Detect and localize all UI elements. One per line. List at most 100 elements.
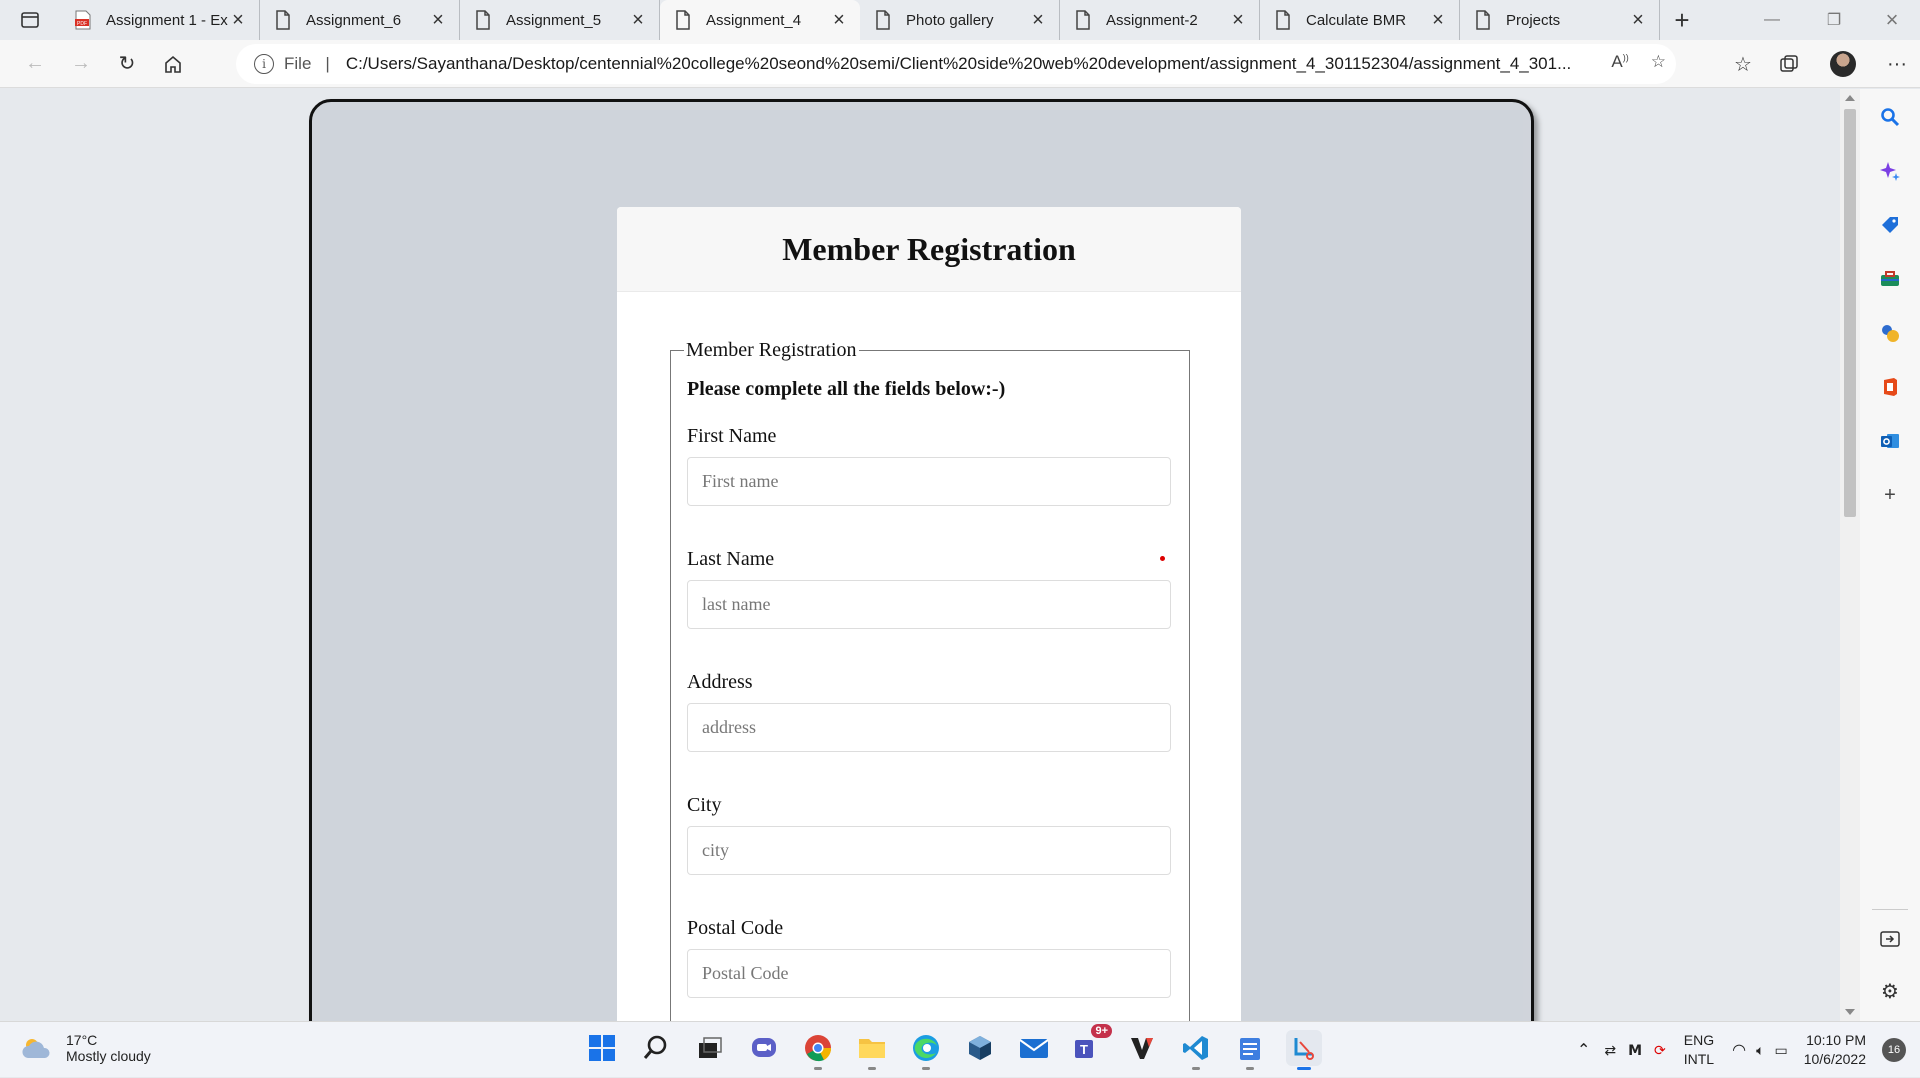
city-input[interactable] — [687, 826, 1171, 875]
page-viewport: Member Registration Member Registration … — [0, 89, 1840, 1021]
weather-widget[interactable]: 17°C Mostly cloudy — [20, 1032, 151, 1064]
tab-actions-icon — [21, 12, 39, 28]
close-icon[interactable]: × — [1029, 9, 1047, 31]
task-view-button[interactable] — [692, 1030, 728, 1066]
taskbar-chrome[interactable] — [800, 1030, 836, 1070]
sidebar-outlook-button[interactable] — [1878, 429, 1902, 453]
close-icon[interactable]: × — [1629, 9, 1647, 31]
running-indicator — [1246, 1067, 1254, 1070]
scrollbar-thumb[interactable] — [1844, 109, 1856, 517]
close-icon[interactable]: × — [1429, 9, 1447, 31]
close-window-button[interactable]: × — [1864, 0, 1920, 40]
home-button[interactable] — [150, 44, 196, 84]
tab-assignment-2[interactable]: Assignment-2 × — [1060, 0, 1260, 40]
sidebar-office-button[interactable] — [1878, 375, 1902, 399]
task-view-icon — [699, 1037, 722, 1058]
taskbar-chat[interactable] — [746, 1030, 782, 1066]
sidebar-discover-button[interactable] — [1878, 159, 1902, 183]
volume-icon[interactable]: 🔈︎ — [1756, 1042, 1764, 1059]
address-bar[interactable]: i File | C:/Users/Sayanthana/Desktop/cen… — [236, 44, 1676, 84]
read-aloud-icon[interactable]: A)) — [1611, 52, 1628, 72]
back-button[interactable]: ← — [12, 44, 58, 84]
first-name-input[interactable] — [687, 457, 1171, 506]
tab-photo-gallery[interactable]: Photo gallery × — [860, 0, 1060, 40]
first-name-label: First Name — [687, 425, 777, 447]
sidebar-shopping-button[interactable] — [1878, 213, 1902, 237]
new-tab-button[interactable]: + — [1660, 0, 1704, 40]
close-icon[interactable]: × — [629, 9, 647, 31]
add-favorite-icon[interactable]: ☆ — [1651, 52, 1666, 72]
last-name-input[interactable] — [687, 580, 1171, 629]
tab-assignment-5[interactable]: Assignment_5 × — [460, 0, 660, 40]
vscode-icon — [1183, 1036, 1208, 1060]
minimize-icon: — — [1764, 11, 1780, 28]
profile-avatar[interactable] — [1830, 51, 1856, 77]
settings-menu-button[interactable]: ··· — [1874, 44, 1920, 84]
taskbar-teams[interactable]: T 9+ — [1070, 1024, 1112, 1066]
games-icon — [1882, 325, 1899, 342]
tab-assignment-6[interactable]: Assignment_6 × — [260, 0, 460, 40]
clock[interactable]: 10:10 PM 10/6/2022 — [1804, 1031, 1866, 1069]
cube-icon — [969, 1036, 991, 1060]
url-text[interactable]: C:/Users/Sayanthana/Desktop/centennial%2… — [346, 54, 1631, 74]
taskbar-virtualbox[interactable] — [962, 1030, 998, 1066]
sidebar-tools-button[interactable] — [1878, 267, 1902, 291]
info-icon[interactable]: i — [254, 54, 274, 74]
sidebar-hide-button[interactable] — [1878, 927, 1902, 951]
close-icon[interactable]: × — [429, 9, 447, 31]
restore-button[interactable]: ❐ — [1806, 0, 1862, 40]
taskbar-search-button[interactable] — [638, 1030, 674, 1066]
tab-assignment-4[interactable]: Assignment_4 × — [660, 0, 860, 40]
tab-assignment-1[interactable]: PDF Assignment 1 - Ex × — [60, 0, 260, 40]
running-indicator — [868, 1067, 876, 1070]
taskbar-edge[interactable] — [908, 1030, 944, 1070]
close-icon[interactable]: × — [229, 9, 247, 31]
chevron-up-icon[interactable]: ⌃ — [1577, 1040, 1590, 1060]
edge-sidebar: + ⚙ — [1860, 89, 1920, 1021]
battery-icon[interactable]: ▭ — [1774, 1042, 1787, 1059]
last-name-field: Last Name — [687, 548, 1173, 629]
sidebar-divider — [1872, 909, 1908, 910]
collections-button[interactable] — [1766, 44, 1812, 84]
sidebar-games-button[interactable] — [1878, 321, 1902, 345]
tray-app-icon[interactable]: ⇄ — [1604, 1042, 1616, 1059]
postal-code-input[interactable] — [687, 949, 1171, 998]
tab-calculate-bmr[interactable]: Calculate BMR × — [1260, 0, 1460, 40]
more-icon: ··· — [1887, 52, 1907, 75]
minimize-button[interactable]: — — [1744, 0, 1800, 40]
favorites-icon: ☆ — [1734, 53, 1752, 76]
sidebar-search-button[interactable] — [1878, 105, 1902, 129]
close-icon[interactable]: × — [830, 9, 848, 31]
tab-actions-button[interactable] — [0, 0, 60, 40]
taskbar-vivaldi[interactable] — [1124, 1030, 1160, 1066]
close-icon[interactable]: × — [1229, 9, 1247, 31]
scroll-down-icon[interactable] — [1845, 1009, 1855, 1015]
notification-count-badge[interactable]: 16 — [1882, 1038, 1906, 1062]
forward-button[interactable]: → — [58, 44, 104, 84]
taskbar-snipping-tool[interactable] — [1286, 1030, 1322, 1070]
tab-projects[interactable]: Projects × — [1460, 0, 1660, 40]
favorites-button[interactable]: ☆ — [1720, 44, 1766, 84]
taskbar-mail[interactable] — [1016, 1030, 1052, 1066]
lang-top: ENG — [1683, 1032, 1715, 1048]
taskbar-notepad[interactable] — [1232, 1030, 1268, 1070]
scroll-up-icon[interactable] — [1845, 95, 1855, 101]
city-field: City — [687, 794, 1173, 875]
tray-meter-icon[interactable]: Ⅿ — [1628, 1042, 1642, 1059]
sidebar-add-button[interactable]: + — [1878, 483, 1902, 507]
sync-icon[interactable]: ⟳ — [1654, 1042, 1666, 1059]
partly-cloudy-icon — [22, 1039, 50, 1058]
tab-bar: PDF Assignment 1 - Ex × Assignment_6 × A… — [0, 0, 1920, 40]
taskbar-file-explorer[interactable] — [854, 1030, 890, 1070]
page-icon — [1276, 10, 1290, 30]
address-input[interactable] — [687, 703, 1171, 752]
start-button[interactable] — [584, 1030, 620, 1066]
language-indicator[interactable]: ENG INTL — [1684, 1031, 1714, 1069]
taskbar-vscode[interactable] — [1178, 1030, 1214, 1070]
sidebar-settings-button[interactable]: ⚙ — [1878, 979, 1902, 1003]
refresh-button[interactable]: ↻ — [104, 44, 150, 84]
page-background: Member Registration Member Registration … — [320, 110, 1523, 1021]
wifi-icon[interactable]: ◠ — [1732, 1040, 1746, 1060]
search-icon — [1881, 108, 1900, 127]
page-scrollbar[interactable] — [1840, 89, 1860, 1021]
